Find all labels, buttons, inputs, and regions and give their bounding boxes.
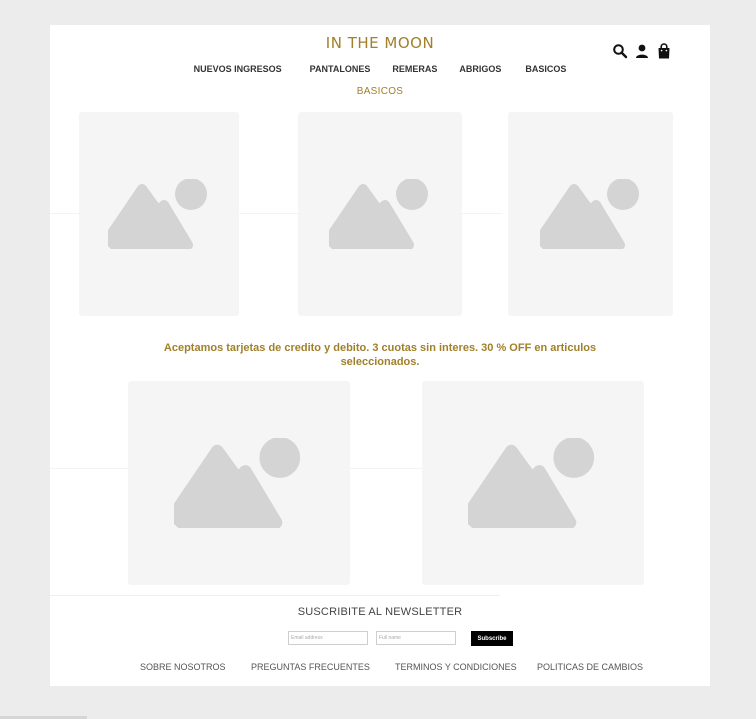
- image-placeholder-icon: [174, 438, 301, 528]
- newsletter-email-input[interactable]: [288, 631, 368, 645]
- nav-item-pantalones[interactable]: PANTALONES: [310, 64, 371, 74]
- footer-link-preguntas-frecuentes[interactable]: PREGUNTAS FRECUENTES: [251, 662, 370, 672]
- shopping-bag-icon[interactable]: [656, 43, 672, 59]
- newsletter-subscribe-button[interactable]: Subscribe: [471, 631, 513, 646]
- promo-banner: Aceptamos tarjetas de credito y debito. …: [163, 342, 597, 368]
- page-title: BASICOS: [356, 86, 404, 97]
- nav-item-basicos[interactable]: BASICOS: [525, 64, 566, 74]
- product-image-placeholder[interactable]: [298, 112, 462, 316]
- newsletter-name-input[interactable]: [376, 631, 456, 645]
- product-image-placeholder[interactable]: [128, 381, 350, 585]
- nav-item-nuevos-ingresos[interactable]: NUEVOS INGRESOS: [194, 64, 282, 74]
- footer-link-politicas-de-cambios[interactable]: POLITICAS DE CAMBIOS: [537, 662, 643, 672]
- nav-item-remeras[interactable]: REMERAS: [392, 64, 437, 74]
- product-image-placeholder[interactable]: [79, 112, 239, 316]
- footer-link-sobre-nosotros[interactable]: SOBRE NOSOTROS: [140, 662, 226, 672]
- user-icon[interactable]: [634, 43, 650, 59]
- divider: [50, 595, 500, 596]
- header-icons: [612, 43, 672, 59]
- nav-item-abrigos[interactable]: ABRIGOS: [459, 64, 501, 74]
- image-placeholder-icon: [108, 179, 207, 249]
- search-icon[interactable]: [612, 43, 628, 59]
- store-logo[interactable]: IN THE MOON: [50, 34, 710, 52]
- product-image-placeholder[interactable]: [422, 381, 644, 585]
- image-placeholder-icon: [329, 179, 428, 249]
- product-image-placeholder[interactable]: [508, 112, 673, 316]
- page-container: IN THE MOON NUEVOS INGRESOS PANTALONES REM…: [50, 25, 710, 686]
- newsletter-title: SUSCRIBITE AL NEWSLETTER: [297, 606, 463, 618]
- image-placeholder-icon: [468, 438, 595, 528]
- image-placeholder-icon: [539, 179, 639, 249]
- main-nav: NUEVOS INGRESOS PANTALONES REMERAS ABRIGOS B…: [50, 64, 710, 74]
- footer-link-terminos-y-condiciones[interactable]: TERMINOS Y CONDICIONES: [395, 662, 517, 672]
